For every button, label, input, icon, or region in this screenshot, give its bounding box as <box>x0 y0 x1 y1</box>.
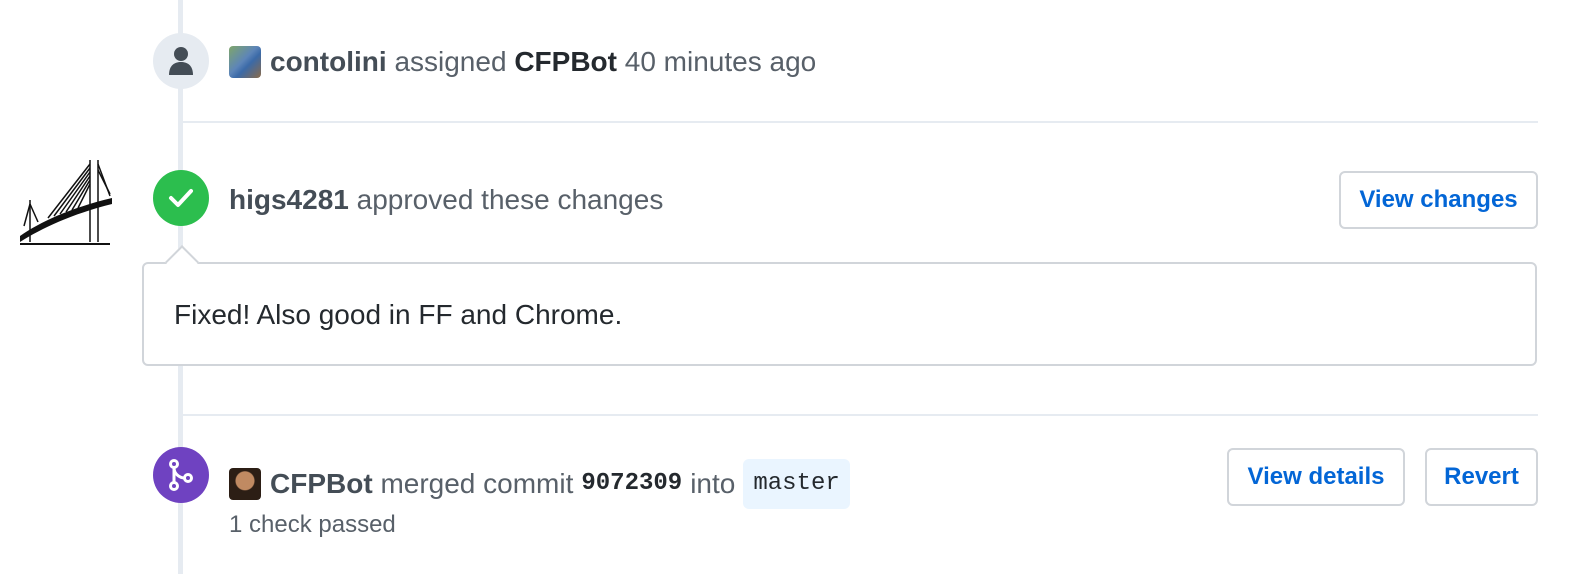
check-icon <box>169 189 193 207</box>
person-icon <box>169 47 193 75</box>
assignee-link[interactable]: CFPBot <box>514 45 617 79</box>
git-merge-icon <box>169 459 193 491</box>
view-changes-button[interactable]: View changes <box>1339 171 1538 229</box>
merged-badge <box>153 447 209 503</box>
assigned-event: contolini assigned CFPBot 40 minutes ago <box>229 45 816 79</box>
commit-sha-link[interactable]: 9072309 <box>581 467 682 501</box>
revert-button[interactable]: Revert <box>1425 448 1538 506</box>
branch-ref[interactable]: master <box>743 459 850 509</box>
avatar[interactable] <box>229 46 261 78</box>
review-event: higs4281 approved these changes <box>229 183 663 217</box>
merge-event: CFPBot merged commit 9072309 into master <box>229 459 850 509</box>
timeline-divider <box>183 121 1538 123</box>
review-comment: Fixed! Also good in FF and Chrome. <box>142 262 1537 366</box>
review-action: approved these changes <box>356 184 664 215</box>
checks-status[interactable]: 1 check passed <box>229 511 396 539</box>
bridge-avatar[interactable] <box>20 156 112 246</box>
event-timestamp[interactable]: 40 minutes ago <box>625 45 816 79</box>
merge-into-label: into <box>690 468 736 499</box>
approved-badge <box>153 170 209 226</box>
event-action: assigned <box>394 46 507 77</box>
reviewer-link[interactable]: higs4281 <box>229 183 349 217</box>
comment-body: Fixed! Also good in FF and Chrome. <box>174 299 623 330</box>
merge-action: merged commit <box>380 468 574 499</box>
view-details-button[interactable]: View details <box>1227 448 1405 506</box>
actor-link[interactable]: contolini <box>270 45 387 79</box>
timeline-divider <box>183 414 1538 416</box>
assigned-badge <box>153 33 209 89</box>
avatar[interactable] <box>229 468 261 500</box>
merger-link[interactable]: CFPBot <box>270 467 373 501</box>
